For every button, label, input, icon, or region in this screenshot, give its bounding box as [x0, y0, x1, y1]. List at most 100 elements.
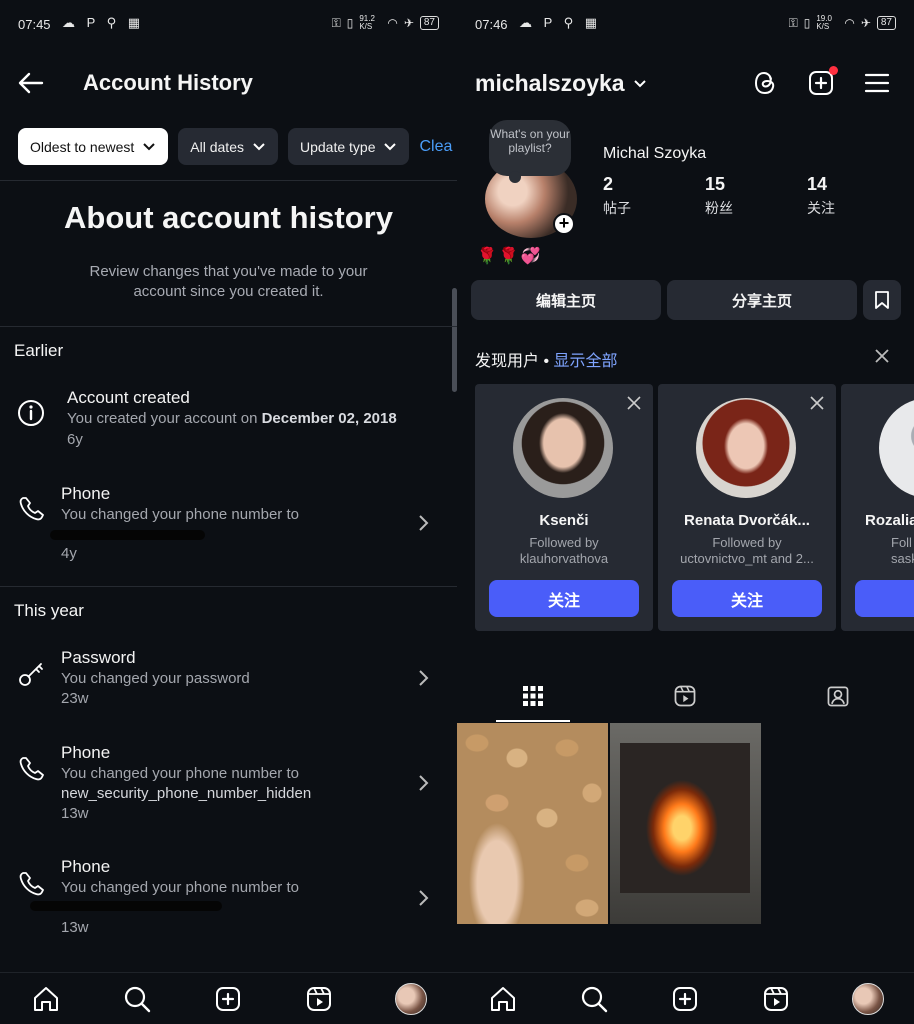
- followers-count[interactable]: 15 粉丝: [705, 174, 733, 218]
- reels-icon[interactable]: [304, 984, 334, 1014]
- create-icon[interactable]: [670, 984, 700, 1014]
- follow-button[interactable]: 关注: [489, 580, 639, 617]
- posts-count[interactable]: 2 帖子: [603, 174, 631, 218]
- page-title: Account History: [83, 70, 253, 95]
- suggestion-avatar[interactable]: [513, 398, 613, 498]
- status-bar: 07:46 ☁ P ⚲ ▦ ⚿ ▯ 19.0 K/S ◠ ✈ 87: [457, 10, 914, 40]
- update-type-filter[interactable]: Update type: [287, 128, 410, 165]
- post-thumbnail[interactable]: [457, 723, 608, 924]
- chevron-down-icon: [384, 142, 397, 150]
- suggestion-card[interactable]: Ksenči Followed by klauhorvathova 关注: [475, 384, 653, 631]
- add-story-icon[interactable]: +: [553, 213, 575, 235]
- item-time-ago: 13w: [61, 805, 89, 822]
- discover-label: 发现用户: [475, 353, 540, 370]
- tab-grid[interactable]: [457, 670, 609, 722]
- saved-button[interactable]: [863, 280, 901, 320]
- post-thumbnail[interactable]: [610, 723, 761, 924]
- profile-tabs: [457, 670, 914, 722]
- profile-avatar[interactable]: [394, 982, 427, 1015]
- section-heading-this-year: This year: [14, 601, 84, 620]
- bottom-navigation: [0, 972, 457, 1024]
- suggestion-card[interactable]: Rozalia Foll saska: [841, 384, 914, 631]
- item-time-ago: 23w: [61, 690, 89, 707]
- divider: [0, 180, 457, 181]
- discover-people-header: 发现用户 • 显示全部: [475, 347, 618, 371]
- airplane-icon: ✈: [860, 16, 871, 30]
- chevron-down-icon: [253, 142, 265, 150]
- dismiss-icon[interactable]: [627, 396, 641, 410]
- see-all-link[interactable]: 显示全部: [554, 353, 618, 370]
- dismiss-icon[interactable]: [810, 396, 824, 410]
- share-profile-button[interactable]: 分享主页: [667, 280, 857, 320]
- divider: [0, 586, 457, 587]
- close-icon[interactable]: [874, 348, 890, 364]
- tab-tagged[interactable]: [762, 670, 914, 722]
- create-post-button[interactable]: [806, 66, 838, 98]
- dates-filter[interactable]: All dates: [178, 128, 278, 165]
- suggestion-avatar[interactable]: [879, 398, 914, 498]
- menu-icon[interactable]: [862, 68, 892, 98]
- about-title: About account history: [64, 200, 393, 235]
- clear-filters-link[interactable]: Clea: [419, 128, 452, 165]
- history-item-phone[interactable]: Phone You changed your phone number to n…: [0, 738, 457, 828]
- reels-icon[interactable]: [761, 984, 791, 1014]
- threads-icon[interactable]: [750, 68, 780, 98]
- filter-bar: Oldest to newest All dates Update type C…: [18, 128, 457, 165]
- key-icon: ⚿: [788, 15, 798, 30]
- system-icons: ⚿ ▯ 91.2 K/S ◠ ✈ 87: [332, 15, 439, 31]
- item-description: You changed your phone number to: [61, 506, 299, 523]
- info-icon: [18, 400, 44, 426]
- followed-by: Followed by klauhorvathova: [519, 535, 609, 566]
- notification-icons: ☁ P ⚲ ▦: [62, 15, 145, 30]
- history-item-password[interactable]: Password You changed your password 23w: [0, 643, 457, 733]
- follow-button[interactable]: [855, 580, 914, 617]
- item-time-ago: 6y: [67, 431, 83, 448]
- search-icon[interactable]: [579, 984, 609, 1014]
- phone-icon: [19, 497, 44, 521]
- status-time: 07:46: [475, 17, 508, 32]
- search-icon[interactable]: [122, 984, 152, 1014]
- posts-grid: [457, 723, 762, 924]
- tab-reels[interactable]: [609, 670, 761, 722]
- chevron-right-icon: [419, 515, 429, 531]
- network-speed: 19.0 K/S: [816, 14, 832, 31]
- history-item-phone[interactable]: Phone You changed your phone number to 4…: [0, 478, 457, 568]
- item-value: new_security_phone_number_hidden: [61, 785, 312, 802]
- suggestion-card[interactable]: Renata Dvorčák... Followed by uctovnictv…: [658, 384, 836, 631]
- back-arrow-icon[interactable]: [16, 68, 46, 98]
- separator: •: [539, 353, 554, 370]
- chevron-down-icon: [143, 142, 155, 150]
- note-bubble[interactable]: What's on your playlist?: [489, 120, 571, 183]
- about-section: About account history Review changes tha…: [0, 200, 457, 302]
- sort-filter[interactable]: Oldest to newest: [18, 128, 169, 165]
- phone-icon: [19, 757, 44, 781]
- bookmark-icon: [875, 291, 889, 309]
- history-item-phone[interactable]: Phone You changed your phone number to 1…: [0, 853, 457, 943]
- username: michalszoyka: [475, 70, 625, 96]
- section-heading-earlier: Earlier: [14, 341, 64, 360]
- suggestion-avatar[interactable]: [696, 398, 796, 498]
- item-description: You created your account on December 02,…: [67, 410, 397, 427]
- follow-button[interactable]: 关注: [672, 580, 822, 617]
- about-description: Review changes that you've made to your …: [89, 263, 368, 300]
- home-icon[interactable]: [488, 984, 518, 1014]
- history-item-account-created: Account created You created your account…: [0, 384, 457, 474]
- stat-number: 15: [705, 174, 726, 194]
- bottom-navigation: [457, 972, 914, 1024]
- profile-avatar[interactable]: [851, 982, 884, 1015]
- battery-icon: 87: [419, 16, 439, 30]
- username-switcher[interactable]: michalszoyka: [475, 70, 647, 97]
- stat-number: 2: [603, 174, 614, 194]
- airplane-icon: ✈: [403, 16, 414, 30]
- item-title: Account created: [67, 388, 190, 407]
- create-icon[interactable]: [213, 984, 243, 1014]
- home-icon[interactable]: [31, 984, 61, 1014]
- redaction-scribble: [30, 901, 222, 911]
- chevron-right-icon: [419, 670, 429, 686]
- sort-filter-label: Oldest to newest: [30, 138, 135, 155]
- stat-label: 粉丝: [705, 200, 733, 216]
- reels-icon: [675, 685, 696, 707]
- following-count[interactable]: 14 关注: [807, 174, 835, 218]
- edit-profile-button[interactable]: 编辑主页: [471, 280, 661, 320]
- wifi-icon: ◠: [844, 16, 855, 30]
